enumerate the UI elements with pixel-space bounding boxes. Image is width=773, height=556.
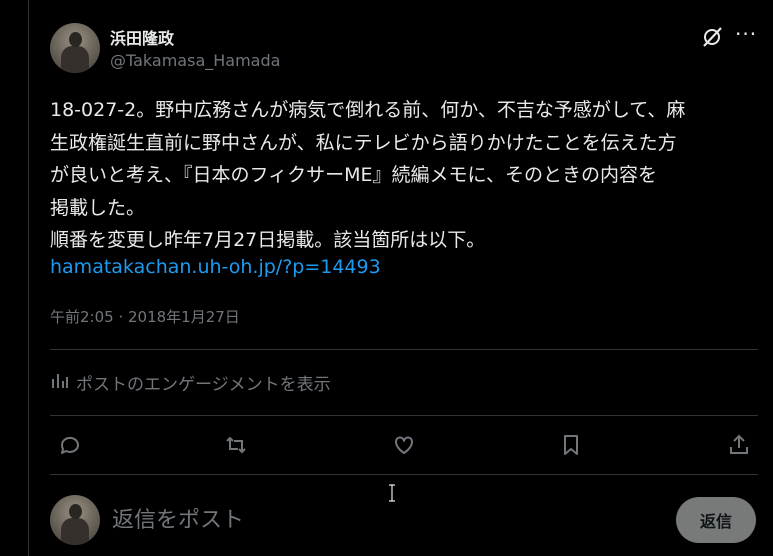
author-handle[interactable]: @Takamasa_Hamada xyxy=(110,51,280,70)
user-avatar xyxy=(50,495,100,545)
more-icon[interactable]: ··· xyxy=(735,24,757,47)
bookmark-icon[interactable] xyxy=(556,430,586,460)
text-cursor-icon xyxy=(387,484,397,502)
post-timestamp[interactable]: 午前2:05 · 2018年1月27日 xyxy=(50,306,240,327)
repost-icon[interactable] xyxy=(221,430,251,460)
chart-icon xyxy=(50,370,70,395)
author-avatar[interactable] xyxy=(50,23,100,73)
post-text: 18-027-2。野中広務さんが病気で倒れる前、何か、不吉な予感がして、麻 生政… xyxy=(50,99,686,251)
divider xyxy=(50,349,758,350)
author-display-name[interactable]: 浜田隆政 xyxy=(110,25,174,49)
column-border xyxy=(28,0,29,556)
grok-icon[interactable] xyxy=(700,25,724,49)
view-engagement-link[interactable]: ポストのエンゲージメントを表示 xyxy=(50,370,331,395)
action-bar xyxy=(0,430,773,460)
share-icon[interactable] xyxy=(724,430,754,460)
divider xyxy=(50,415,758,416)
divider xyxy=(50,474,758,475)
like-icon[interactable] xyxy=(389,430,419,460)
engagement-label: ポストのエンゲージメントを表示 xyxy=(76,375,331,395)
post-link[interactable]: hamatakachan.uh-oh.jp/?p=14493 xyxy=(50,253,381,281)
reply-input[interactable]: 返信をポスト xyxy=(112,502,244,534)
reply-icon[interactable] xyxy=(54,430,84,460)
reply-button[interactable]: 返信 xyxy=(676,497,756,543)
